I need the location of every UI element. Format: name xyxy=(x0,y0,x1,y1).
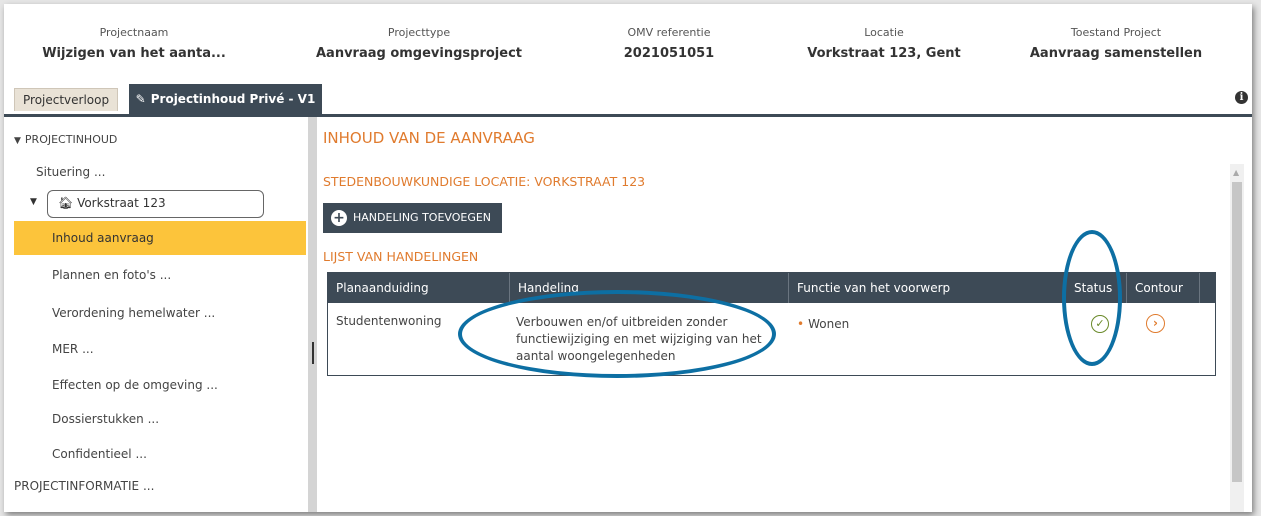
chevron-right-circle-icon[interactable]: › xyxy=(1146,314,1165,333)
caret-down-icon[interactable]: ▼ xyxy=(30,197,37,207)
sidebar-projectinhoud-label: PROJECTINHOUD xyxy=(24,133,118,146)
tab-bar: Projectverloop ✎ Projectinhoud Privé - V1 xyxy=(4,84,1252,116)
bullet-icon: • xyxy=(797,317,805,331)
sidebar-item-inhoud-aanvraag[interactable]: Inhoud aanvraag xyxy=(14,221,306,255)
tab-projectinhoud-label: Projectinhoud Privé - V1 xyxy=(150,92,316,106)
sidebar-item-verordening[interactable]: Verordening hemelwater ... xyxy=(52,306,215,320)
annotation-ellipse-status xyxy=(1062,230,1122,366)
projectnaam-value: Wijzigen van het aanta... xyxy=(42,46,226,61)
page-title: INHOUD VAN DE AANVRAAG xyxy=(323,129,535,147)
header-toestand: Toestand Project Aanvraag samenstellen xyxy=(1016,26,1216,62)
cell-planaanduiding: Studentenwoning xyxy=(336,314,442,328)
sidebar-item-effecten[interactable]: Effecten op de omgeving ... xyxy=(52,378,218,392)
sidebar-projectinformatie[interactable]: PROJECTINFORMATIE ... xyxy=(14,479,154,493)
cell-functie: • Wonen xyxy=(797,317,849,331)
scroll-up-icon[interactable]: ▲ xyxy=(1233,168,1239,177)
omv-referentie-value: 2021051051 xyxy=(623,46,715,61)
locatie-label: Locatie xyxy=(864,26,904,39)
sidebar-splitter[interactable] xyxy=(308,117,317,512)
col-contour[interactable]: Contour xyxy=(1127,273,1200,303)
projecttype-value: Aanvraag omgevingsproject xyxy=(315,46,523,61)
pencil-icon: ✎ xyxy=(135,92,146,106)
functie-value: Wonen xyxy=(808,317,850,331)
add-handeling-label: HANDELING TOEVOEGEN xyxy=(353,211,492,224)
projectnaam-label: Projectnaam xyxy=(99,26,169,39)
info-icon[interactable]: i xyxy=(1235,91,1248,104)
location-name: Vorkstraat 123 xyxy=(77,196,166,210)
vertical-scrollbar[interactable]: ▲ xyxy=(1230,164,1244,512)
app-frame: Projectnaam Wijzigen van het aanta... Pr… xyxy=(4,4,1252,512)
tab-projectinhoud[interactable]: ✎ Projectinhoud Privé - V1 xyxy=(129,84,322,114)
section-subtitle: STEDENBOUWKUNDIGE LOCATIE: VORKSTRAAT 12… xyxy=(323,174,646,189)
sidebar-item-label: Inhoud aanvraag xyxy=(52,231,154,245)
sidebar-item-confidentieel[interactable]: Confidentieel ... xyxy=(52,447,147,461)
splitter-grip[interactable] xyxy=(312,342,314,364)
sidebar-item-plannen[interactable]: Plannen en foto's ... xyxy=(52,268,171,282)
list-title: LIJST VAN HANDELINGEN xyxy=(323,249,479,264)
tab-projectverloop[interactable]: Projectverloop xyxy=(14,88,119,111)
sidebar-item-dossierstukken[interactable]: Dossierstukken ... xyxy=(52,412,159,426)
omv-referentie-label: OMV referentie xyxy=(627,26,711,39)
header-projectnaam: Projectnaam Wijzigen van het aanta... xyxy=(34,26,234,62)
projecttype-label: Projecttype xyxy=(387,26,451,39)
locatie-value: Vorkstraat 123, Gent xyxy=(807,46,961,61)
caret-down-icon: ▼ xyxy=(14,136,21,146)
sidebar-projectinhoud[interactable]: ▼ PROJECTINHOUD xyxy=(14,133,117,146)
home-icon: 🏠︎ xyxy=(58,196,74,210)
scrollbar-thumb[interactable] xyxy=(1232,182,1242,482)
sidebar-location-label: 🏠︎ Vorkstraat 123 xyxy=(58,196,166,210)
toestand-value: Aanvraag samenstellen xyxy=(1029,46,1203,61)
annotation-ellipse-handeling xyxy=(458,290,776,378)
project-header: Projectnaam Wijzigen van het aanta... Pr… xyxy=(4,4,1252,84)
header-locatie: Locatie Vorkstraat 123, Gent xyxy=(789,26,979,62)
sidebar: ▼ PROJECTINHOUD Situering ... ▼ 🏠︎ Vorkst… xyxy=(4,117,308,512)
toestand-label: Toestand Project xyxy=(1070,26,1162,39)
plus-circle-icon: + xyxy=(331,210,347,226)
add-handeling-button[interactable]: + HANDELING TOEVOEGEN xyxy=(323,203,502,233)
sidebar-item-mer[interactable]: MER ... xyxy=(52,342,94,356)
col-planaanduiding[interactable]: Planaanduiding xyxy=(328,273,510,303)
col-functie[interactable]: Functie van het voorwerp xyxy=(789,273,1066,303)
header-omv-referentie: OMV referentie 2021051051 xyxy=(594,26,744,62)
header-projecttype: Projecttype Aanvraag omgevingsproject xyxy=(304,26,534,62)
sidebar-situering[interactable]: Situering ... xyxy=(36,165,105,179)
